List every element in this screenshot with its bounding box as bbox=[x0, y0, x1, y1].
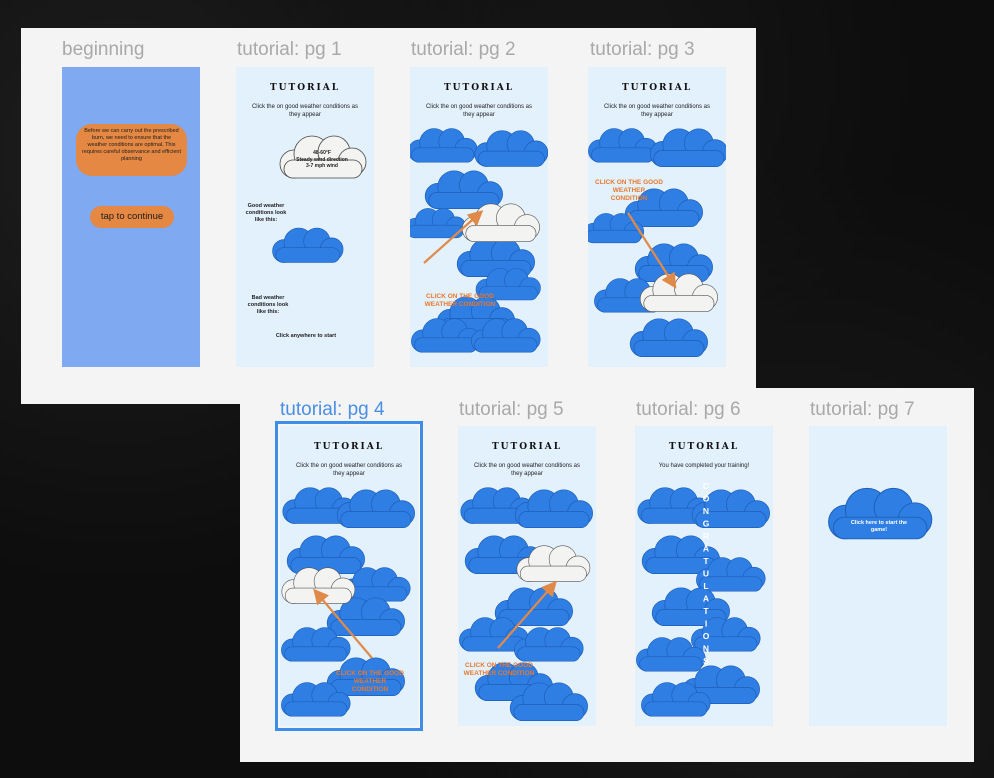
congratulations-banner: CONGRATULATIONS bbox=[701, 481, 711, 669]
cloud-field bbox=[588, 128, 726, 358]
good-conditions-label: Good weather conditions look like this: bbox=[245, 203, 287, 223]
click-callout: CLICK ON THE GOOD WEATHER CONDITION bbox=[595, 179, 663, 202]
start-game-text[interactable]: Click here to start the game! bbox=[849, 520, 909, 534]
intro-message: Before we can carry out the prescribed b… bbox=[76, 124, 187, 176]
frame-label-pg1[interactable]: tutorial: pg 1 bbox=[237, 39, 342, 61]
frame-tutorial-pg5[interactable]: TUTORIAL Click the on good weather condi… bbox=[458, 426, 596, 726]
frame-label-pg4[interactable]: tutorial: pg 4 bbox=[280, 399, 385, 421]
tutorial-title: TUTORIAL bbox=[269, 83, 341, 93]
frame-label-beginning[interactable]: beginning bbox=[62, 39, 144, 61]
tap-to-continue-button[interactable]: tap to continue bbox=[90, 206, 174, 228]
frame-beginning[interactable]: Before we can carry out the prescribed b… bbox=[62, 67, 200, 367]
frame-tutorial-pg6[interactable]: TUTORIAL You have completed your trainin… bbox=[635, 426, 773, 726]
tutorial-instruction: Click the on good weather conditions as … bbox=[251, 104, 359, 118]
bad-weather-cloud-icon bbox=[272, 227, 344, 263]
design-board-top: beginning Before we can carry out the pr… bbox=[21, 28, 756, 404]
frame-label-pg6[interactable]: tutorial: pg 6 bbox=[636, 399, 741, 421]
good-cloud-conditions: 48-60°F Steady wind direction 3-7 mph wi… bbox=[296, 150, 348, 169]
frame-label-pg5[interactable]: tutorial: pg 5 bbox=[459, 399, 564, 421]
design-board-bottom: tutorial: pg 4 TUTORIAL Click the on goo… bbox=[240, 388, 974, 762]
frame-label-pg3[interactable]: tutorial: pg 3 bbox=[590, 39, 695, 61]
click-callout: CLICK ON THE GOOD WEATHER CONDITION bbox=[424, 293, 496, 308]
frame-label-pg7[interactable]: tutorial: pg 7 bbox=[810, 399, 915, 421]
frame-label-pg2[interactable]: tutorial: pg 2 bbox=[411, 39, 516, 61]
click-callout: CLICK ON THE GOOD WEATHER CONDITION bbox=[336, 670, 404, 693]
click-callout: CLICK ON THE GOOD WEATHER CONDITION bbox=[463, 662, 535, 677]
bad-conditions-label: Bad weather conditions look like this: bbox=[247, 295, 289, 315]
frame-tutorial-pg7[interactable]: Click here to start the game! bbox=[809, 426, 947, 726]
cloud-field bbox=[458, 487, 594, 722]
frame-tutorial-pg3[interactable]: TUTORIAL Click the on good weather condi… bbox=[588, 67, 726, 367]
good-weather-cloud bbox=[461, 203, 541, 243]
cloud-field bbox=[410, 128, 548, 353]
frame-tutorial-pg2[interactable]: TUTORIAL Click the on good weather condi… bbox=[410, 67, 548, 367]
frame-tutorial-pg1[interactable]: TUTORIAL Click the on good weather condi… bbox=[236, 67, 374, 367]
click-anywhere-label: Click anywhere to start bbox=[275, 333, 337, 339]
frame-tutorial-pg4[interactable]: TUTORIAL Click the on good weather condi… bbox=[275, 421, 423, 731]
